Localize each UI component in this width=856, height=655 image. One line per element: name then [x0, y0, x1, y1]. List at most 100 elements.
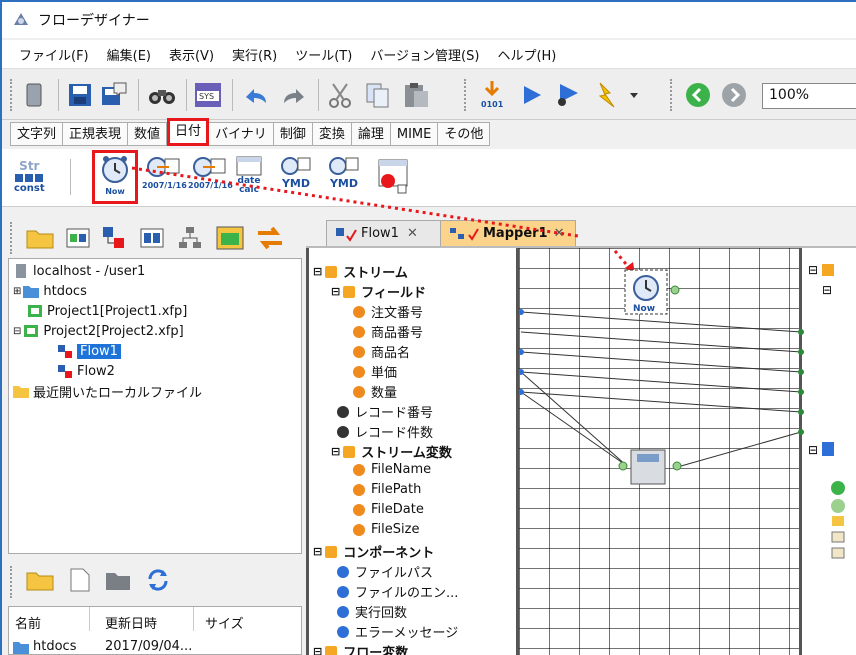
tab-number[interactable]: 数値: [128, 122, 168, 146]
tree-node[interactable]: 実行回数: [337, 602, 407, 621]
collapse-icon[interactable]: ⊟: [313, 265, 322, 278]
menu-file[interactable]: ファイル(F): [10, 45, 98, 64]
tab-string[interactable]: 文字列: [10, 122, 64, 146]
undo-icon[interactable]: [240, 79, 272, 111]
new-mapper-icon[interactable]: [136, 222, 168, 254]
column-header-modified[interactable]: 更新日時: [105, 613, 157, 632]
tree-node[interactable]: FileDate: [353, 502, 424, 517]
palette-date-parse[interactable]: 2007/1/16: [188, 155, 233, 190]
tab-date[interactable]: 日付: [167, 118, 210, 146]
find-icon[interactable]: [146, 79, 178, 111]
dropdown-icon[interactable]: [624, 79, 644, 111]
menu-edit[interactable]: 編集(E): [98, 45, 160, 64]
collapse-icon[interactable]: ⊟: [313, 545, 322, 558]
mapping-grid[interactable]: Now: [516, 248, 804, 655]
palette-ymd-2[interactable]: YMD: [328, 155, 360, 190]
cut-icon[interactable]: [324, 79, 356, 111]
tree-node[interactable]: FilePath: [353, 482, 421, 497]
tab-flow1[interactable]: Flow1 ✕: [326, 220, 446, 246]
tree-node[interactable]: 数量: [353, 382, 397, 401]
collapse-icon[interactable]: ⊟: [331, 445, 340, 458]
tree-node[interactable]: ⊟ フィールド: [331, 282, 426, 301]
tree-node[interactable]: レコード番号: [337, 402, 433, 421]
new-project-icon[interactable]: [62, 222, 94, 254]
tree-node[interactable]: レコード件数: [337, 422, 433, 441]
palette-holiday[interactable]: [376, 157, 410, 195]
debug-icon[interactable]: 0101: [476, 79, 508, 111]
menu-run[interactable]: 実行(R): [223, 45, 286, 64]
redo-icon[interactable]: [278, 79, 310, 111]
tree-node[interactable]: ⊟ ストリーム: [313, 262, 408, 281]
paste-icon[interactable]: [400, 79, 432, 111]
sys-icon[interactable]: SYS: [192, 79, 224, 111]
tree-node-recent[interactable]: 最近開いたローカルファイル: [13, 381, 202, 401]
tree-node[interactable]: ⊟ ストリーム変数: [331, 442, 452, 461]
collapse-icon[interactable]: ⊟: [313, 645, 322, 655]
tree-node[interactable]: 商品番号: [353, 322, 423, 341]
folder-gray-icon[interactable]: [102, 564, 134, 596]
tree-node[interactable]: FileSize: [353, 522, 419, 537]
zoom-level-input[interactable]: 100%: [762, 83, 856, 109]
column-header-size[interactable]: サイズ: [205, 613, 244, 632]
menu-help[interactable]: ヘルプ(H): [488, 45, 565, 64]
column-header-name[interactable]: 名前: [15, 613, 41, 632]
menu-view[interactable]: 表示(V): [160, 45, 223, 64]
back-icon[interactable]: [682, 79, 714, 111]
new-tree-icon[interactable]: [174, 222, 206, 254]
tree-node-flow1[interactable]: Flow1: [57, 341, 121, 361]
tree-node[interactable]: 商品名: [353, 342, 410, 361]
tab-control[interactable]: 制御: [273, 122, 313, 146]
tab-mime[interactable]: MIME: [390, 122, 439, 146]
tree-node[interactable]: ⊟ コンポーネント: [313, 542, 434, 561]
table-row[interactable]: htdocs 2017/09/04...: [13, 639, 192, 654]
project-toolbar: [2, 212, 302, 262]
debug-run-icon[interactable]: [552, 79, 584, 111]
close-icon[interactable]: ✕: [407, 226, 418, 241]
tree-node[interactable]: ⊟ フロー変数: [313, 642, 408, 655]
tab-convert[interactable]: 変換: [312, 122, 352, 146]
tree-node[interactable]: 単価: [353, 362, 397, 381]
tab-other[interactable]: その他: [438, 122, 491, 146]
tree-node-server[interactable]: localhost - /user1: [13, 261, 145, 281]
tree-node-htdocs[interactable]: ⊞ htdocs: [13, 281, 87, 301]
save-as-icon[interactable]: [98, 79, 130, 111]
palette-const[interactable]: Str const: [14, 159, 45, 194]
tab-regex[interactable]: 正規表現: [63, 122, 129, 146]
tree-node-flow2[interactable]: Flow2: [57, 361, 115, 381]
tree-node[interactable]: FileName: [353, 462, 431, 477]
palette-now[interactable]: Now: [100, 155, 130, 196]
collapse-icon[interactable]: ⊟: [331, 285, 340, 298]
refresh-icon[interactable]: [142, 564, 174, 596]
tree-node[interactable]: エラーメッセージ: [337, 622, 458, 641]
tab-mapper1[interactable]: Mapper1 ✕: [440, 220, 576, 246]
copy-icon[interactable]: [362, 79, 394, 111]
palette-date-calc[interactable]: date calc: [234, 155, 264, 195]
expand-icon[interactable]: ⊞: [13, 286, 21, 297]
close-icon[interactable]: ✕: [554, 226, 565, 241]
new-file-icon[interactable]: [64, 564, 96, 596]
svg-text:⊟: ⊟: [808, 443, 818, 457]
external-icon[interactable]: [214, 222, 246, 254]
palette-ymd-1[interactable]: YMD: [280, 155, 312, 190]
tree-node[interactable]: 注文番号: [353, 302, 423, 321]
open-folder-icon[interactable]: [24, 564, 56, 596]
tab-logic[interactable]: 論理: [351, 122, 391, 146]
tab-binary[interactable]: バイナリ: [209, 122, 274, 146]
collapse-icon[interactable]: ⊟: [13, 326, 21, 337]
menu-tools[interactable]: ツール(T): [286, 45, 361, 64]
new-flow-icon[interactable]: [98, 222, 130, 254]
run-icon[interactable]: [516, 79, 548, 111]
convert-icon[interactable]: [254, 222, 286, 254]
lightning-icon[interactable]: [590, 79, 622, 111]
open-folder-icon[interactable]: [24, 222, 56, 254]
palette-date-format[interactable]: 2007/1/16: [142, 155, 187, 190]
save-icon[interactable]: [64, 79, 96, 111]
tree-node[interactable]: ファイルのエン...: [337, 582, 458, 601]
tree-node-project1[interactable]: Project1[Project1.xfp]: [27, 301, 187, 321]
trash-icon[interactable]: [18, 79, 50, 111]
forward-icon[interactable]: [718, 79, 750, 111]
tree-node[interactable]: ファイルパス: [337, 562, 433, 581]
flow-icon: [58, 345, 72, 358]
menu-version-control[interactable]: バージョン管理(S): [361, 45, 488, 64]
tree-node-project2[interactable]: ⊟ Project2[Project2.xfp]: [13, 321, 184, 341]
